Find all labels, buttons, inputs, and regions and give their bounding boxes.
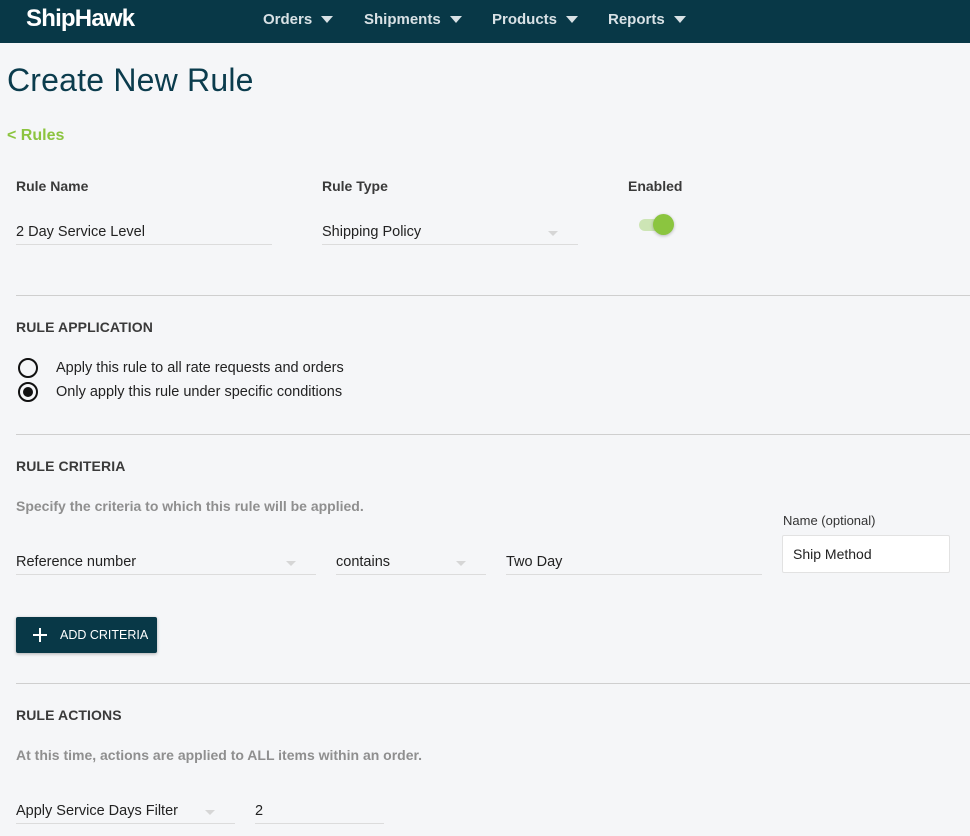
rule-type-select[interactable]: Shipping Policy [322,215,578,245]
divider [16,295,970,296]
page-title: Create New Rule [7,62,254,98]
caret-down-icon [566,16,579,23]
nav-item-orders[interactable]: Orders [263,11,334,28]
nav-item-reports[interactable]: Reports [608,11,686,28]
action-param-input[interactable]: 2 [255,794,384,824]
dropdown-arrow-icon [456,561,466,566]
radio-label: Only apply this rule under specific cond… [56,384,343,400]
criteria-name-label: Name (optional) [783,513,876,528]
enabled-label: Enabled [628,178,683,194]
rule-name-input[interactable]: 2 Day Service Level [16,215,272,245]
plus-icon [33,628,47,642]
criteria-name-input[interactable]: Ship Method [782,535,950,573]
nav-item-label: Shipments [364,11,441,28]
criteria-name-value: Ship Method [793,546,872,562]
shiphawk-logo[interactable]: ShipHawk [26,5,135,33]
rule-actions-hint: At this time, actions are applied to ALL… [16,747,423,763]
rule-criteria-title: RULE CRITERIA [16,458,126,474]
nav-item-products[interactable]: Products [492,11,579,28]
rule-name-value: 2 Day Service Level [16,224,145,240]
criteria-match-value: Two Day [506,554,563,570]
dropdown-arrow-icon [205,810,215,815]
nav-item-label: Products [492,11,558,28]
radio-apply-all[interactable]: Apply this rule to all rate requests and… [18,358,344,378]
caret-down-icon [449,16,462,23]
divider [16,434,970,435]
back-to-rules-link[interactable]: < Rules [7,127,64,145]
toggle-knob [653,214,674,235]
radio-specific-conditions[interactable]: Only apply this rule under specific cond… [18,382,342,402]
divider [16,683,970,684]
dropdown-arrow-icon [548,231,558,236]
radio-label: Apply this rule to all rate requests and… [56,360,344,376]
nav-item-label: Orders [263,11,313,28]
dropdown-arrow-icon [286,561,296,566]
action-value: Apply Service Days Filter [16,803,178,819]
rule-actions-title: RULE ACTIONS [16,707,122,723]
rule-type-value: Shipping Policy [322,224,422,240]
criteria-field-select[interactable]: Reference number [16,545,316,575]
add-criteria-label: ADD CRITERIA [60,628,149,642]
rule-name-label: Rule Name [16,178,89,194]
criteria-operator-value: contains [336,554,391,570]
rule-criteria-hint: Specify the criteria to which this rule … [16,498,364,514]
criteria-value-input[interactable]: Two Day [506,545,762,575]
radio-unchecked-icon[interactable] [18,358,38,378]
radio-checked-icon[interactable] [18,382,38,402]
caret-down-icon [673,16,686,23]
rule-application-title: RULE APPLICATION [16,319,153,335]
criteria-field-value: Reference number [16,554,137,570]
criteria-operator-select[interactable]: contains [336,545,486,575]
action-select[interactable]: Apply Service Days Filter [16,794,235,824]
nav-item-shipments[interactable]: Shipments [364,11,462,28]
enabled-toggle[interactable] [639,214,675,236]
nav-item-label: Reports [608,11,665,28]
action-param-value: 2 [255,803,264,819]
add-criteria-button[interactable]: ADD CRITERIA [16,617,157,653]
top-nav-bar: ShipHawk Orders Shipments Products Repor… [0,0,970,43]
rule-type-label: Rule Type [322,178,388,194]
caret-down-icon [321,16,334,23]
